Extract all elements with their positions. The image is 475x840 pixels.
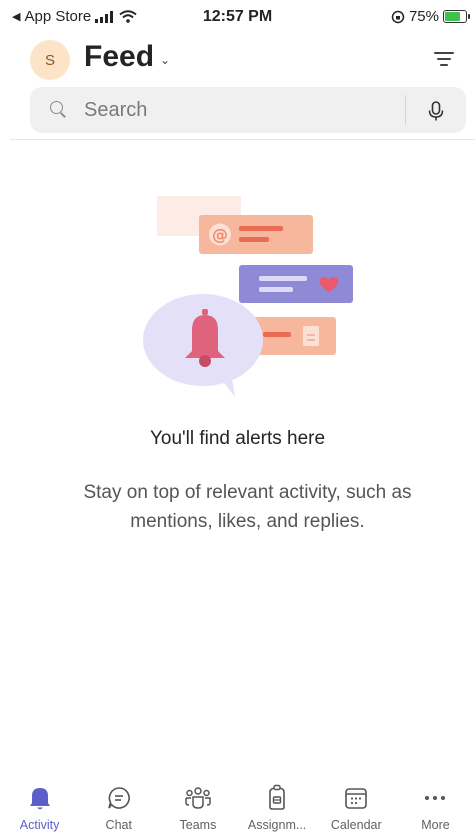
empty-state-illustration: @	[143, 196, 353, 397]
bell-icon	[26, 784, 54, 812]
orientation-lock-icon	[391, 10, 405, 23]
tab-label: More	[421, 818, 450, 832]
battery-icon	[443, 10, 470, 23]
tab-label: Assignm...	[247, 818, 307, 832]
calendar-icon	[342, 784, 370, 812]
assignments-icon	[263, 784, 291, 812]
header: S Feed ⌄	[0, 36, 475, 84]
microphone-icon[interactable]	[424, 99, 448, 123]
teams-icon	[184, 784, 212, 812]
illustration-bell-bubble	[143, 294, 263, 397]
tab-label: Chat	[105, 818, 132, 832]
search-input[interactable]	[84, 98, 384, 122]
illustration-mention-card: @	[199, 215, 313, 254]
filter-button[interactable]	[431, 46, 457, 72]
empty-state-description: Stay on top of relevant activity, such a…	[83, 482, 412, 532]
search-bar[interactable]	[30, 87, 466, 133]
more-icon	[421, 784, 449, 812]
tab-calendar[interactable]: Calendar	[317, 776, 396, 840]
empty-state-title: You'll find alerts here	[149, 428, 326, 449]
tab-assignments[interactable]: Assignm...	[238, 776, 317, 840]
tab-label: Teams	[179, 818, 217, 832]
bottom-tab-bar: Activity Chat Teams Assignm... Calendar …	[0, 776, 475, 840]
tab-more[interactable]: More	[396, 776, 475, 840]
battery-percent: 75%	[408, 8, 439, 25]
tab-teams[interactable]: Teams	[158, 776, 237, 840]
search-icon	[50, 101, 68, 119]
tab-label: Activity	[19, 818, 60, 832]
svg-text:@: @	[212, 225, 228, 244]
illustration-like-card	[239, 265, 353, 303]
avatar[interactable]: S	[30, 40, 70, 80]
battery-status: 75%	[391, 8, 470, 25]
chat-icon	[105, 784, 133, 812]
search-divider	[405, 95, 406, 125]
header-divider	[10, 139, 475, 140]
tab-chat[interactable]: Chat	[79, 776, 158, 840]
page-title: Feed	[84, 40, 155, 73]
feed-selector[interactable]: Feed ⌄	[84, 40, 170, 74]
tab-activity[interactable]: Activity	[0, 776, 79, 840]
avatar-initial: S	[44, 51, 55, 69]
status-bar: ◀ App Store 12:57 PM 75%	[0, 0, 475, 34]
tab-label: Calendar	[330, 818, 382, 832]
chevron-down-icon: ⌄	[160, 53, 171, 67]
filter-icon	[434, 52, 454, 54]
